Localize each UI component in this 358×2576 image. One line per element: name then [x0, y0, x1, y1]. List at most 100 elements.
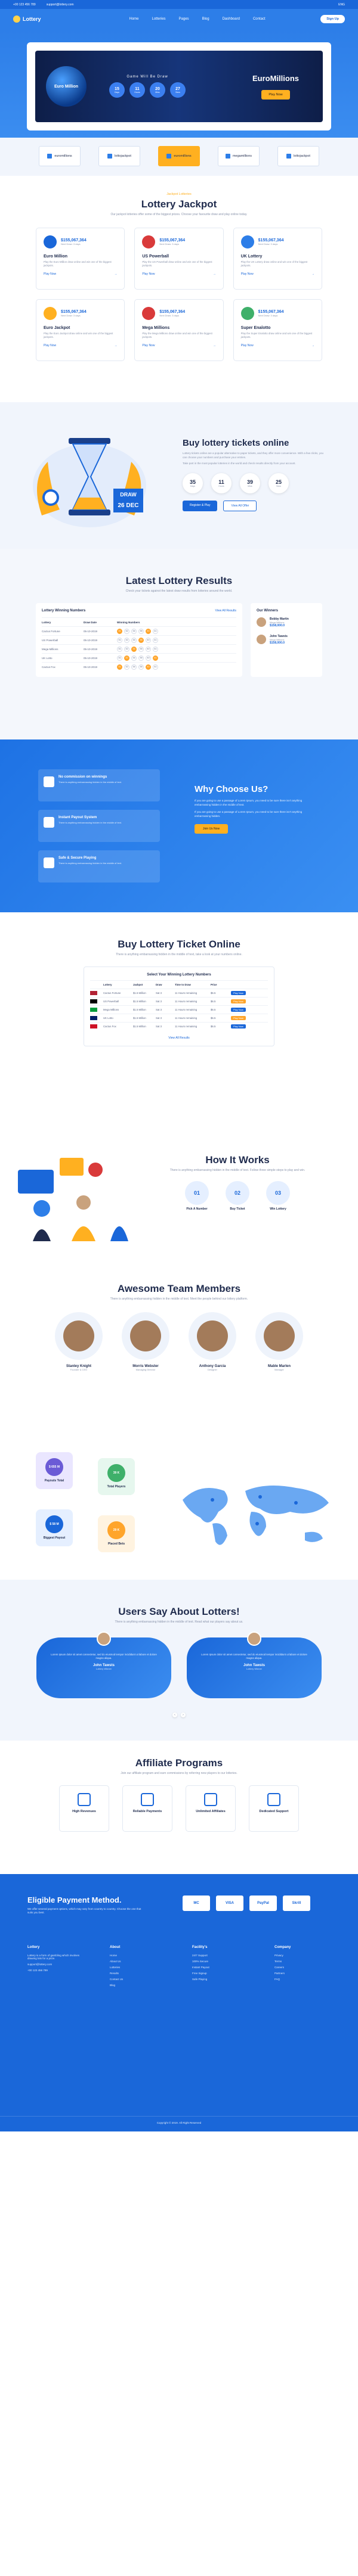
nav-dashboard[interactable]: Dashboard [223, 17, 240, 21]
signup-button[interactable]: Sign Up [320, 15, 345, 23]
team-member[interactable]: Morris Webster Managing Director [119, 1312, 172, 1372]
prev-arrow-icon[interactable]: ‹ [172, 1713, 177, 1717]
draw-date: 26 DEC [118, 502, 138, 509]
footer-link[interactable]: Home [110, 1954, 169, 1957]
tab-euromillions-active[interactable]: euromillions [158, 146, 200, 166]
affiliate-high-revenues[interactable]: High Revenues [59, 1785, 109, 1832]
countdown: Game Will Be Draw 15 Days 11 Hours 20 Mins … [109, 75, 186, 98]
team-member[interactable]: Anthony Garcia Designer [186, 1312, 239, 1372]
arrow-right-icon[interactable]: → [213, 272, 216, 276]
footer-link[interactable]: Free Signup [192, 1972, 252, 1975]
feature-safe-secure: Safe & Secure Playing There is anything e… [38, 850, 160, 883]
footer-link[interactable]: About Us [110, 1960, 169, 1963]
number-ball: 32 [124, 655, 129, 661]
play-now-link[interactable]: Play Now [142, 344, 155, 347]
nav-contact[interactable]: Contact [253, 17, 266, 21]
play-now-link[interactable]: Play Now [44, 344, 56, 347]
hourglass-illustration: DRAW 26 DEC [33, 438, 146, 527]
play-now-link[interactable]: Play Now [241, 344, 254, 347]
footer-link[interactable]: Blog [110, 1984, 169, 1987]
play-now-button[interactable]: Play Now [261, 89, 290, 100]
tab-euromillions[interactable]: euromillions [39, 146, 81, 166]
jackpot-section: Jackpot Lotteries Lottery Jackpot Our ja… [0, 176, 358, 402]
register-play-button[interactable]: Register & Play [183, 500, 218, 511]
footer-link[interactable]: 24/7 Support [192, 1954, 252, 1957]
buy-count-hours: 11 Hours [211, 473, 232, 493]
footer-link[interactable]: Safe Playing [192, 1978, 252, 1981]
play-now-button[interactable]: Play Now [231, 999, 246, 1003]
footer-link[interactable]: Lottery is a form of gambling which invo… [27, 1954, 87, 1960]
view-all-results-link[interactable]: View All Results [215, 609, 236, 613]
member-photo [63, 1320, 94, 1351]
nav-pages[interactable]: Pages [179, 17, 189, 21]
team-member[interactable]: Stanley Knight Founder & CEO [53, 1312, 105, 1372]
footer-link[interactable]: Privacy [274, 1954, 334, 1957]
team-subtitle: There is anything embarrassing hidden in… [110, 1297, 248, 1301]
ticket-view-all-link[interactable]: View All Results [90, 1036, 268, 1040]
affiliate-unlimited[interactable]: Unlimited Affiliates [186, 1785, 236, 1832]
number-ball: 31 [117, 637, 122, 643]
footer-link[interactable]: Terms [274, 1960, 334, 1963]
nav-lotteries[interactable]: Lotteries [152, 17, 166, 21]
coins-icon [44, 776, 54, 787]
footer-column: Lottery Lottery is a form of gambling whi… [27, 1946, 87, 1990]
arrow-right-icon[interactable]: → [114, 272, 117, 276]
arrow-right-icon[interactable]: → [213, 344, 216, 347]
logo[interactable]: Lottery [13, 15, 41, 23]
affiliate-reliable-payments[interactable]: Reliable Payments [122, 1785, 172, 1832]
language-select[interactable]: ENG [338, 3, 345, 7]
buy-text-1: Lottery tickets online are a popular alt… [183, 452, 324, 459]
footer-link[interactable]: Contact Us [110, 1978, 169, 1981]
tab-lottojackpot-2[interactable]: lottojackpot [277, 146, 319, 166]
payment-methods: MC VISA PayPal Skrill [183, 1896, 310, 1911]
play-now-link[interactable]: Play Now [44, 272, 56, 276]
table-row: UK Lotto $1.5 Million Sat 3 11 Hours remain… [90, 1014, 268, 1022]
tab-megamillions[interactable]: megamillions [218, 146, 260, 166]
number-ball: 35 [138, 655, 144, 661]
footer-link[interactable]: Partners [274, 1972, 334, 1975]
arrow-right-icon[interactable]: → [114, 344, 117, 347]
arrow-right-icon[interactable]: → [311, 344, 314, 347]
number-ball: 31 [117, 628, 122, 634]
affiliate-support[interactable]: Dedicated Support [249, 1785, 299, 1832]
footer-link[interactable]: FAQ [274, 1978, 334, 1981]
footer-link[interactable]: Instant Payout [192, 1966, 252, 1969]
email[interactable]: support@lottery.com [47, 3, 74, 7]
member-photo [130, 1320, 161, 1351]
number-ball: 34 [131, 628, 137, 634]
payment-desc: We offer several payment options, which … [27, 1907, 141, 1914]
footer-link[interactable]: Lotteries [110, 1966, 169, 1969]
headset-icon [267, 1793, 280, 1806]
join-now-button[interactable]: Join Us Now [195, 824, 229, 834]
footer-link[interactable]: +00 123 456 789 [27, 1969, 87, 1972]
play-now-link[interactable]: Play Now [241, 272, 254, 276]
play-now-button[interactable]: Play Now [231, 1024, 246, 1028]
winner-item: Bobby Martin Mega Millions $158,000.0 [257, 617, 316, 627]
number-ball: 40 [146, 664, 151, 670]
next-arrow-icon[interactable]: › [181, 1713, 186, 1717]
jackpot-amount: $155,067,364 [159, 310, 186, 314]
footer-link[interactable]: 100% Secure [192, 1960, 252, 1963]
team-member[interactable]: Mable Marlen Manager [253, 1312, 305, 1372]
table-row: Cactus Fox 05-10-2019 31 32 34 35 40 41 [42, 662, 236, 671]
view-offer-button[interactable]: View All Offer [223, 500, 257, 511]
tab-lottojackpot[interactable]: lottojackpot [98, 146, 140, 166]
play-now-button[interactable]: Play Now [231, 991, 246, 995]
nav-blog[interactable]: Blog [202, 17, 209, 21]
ticket-section: Buy Lottery Ticket Online There is anyth… [0, 912, 358, 1134]
arrow-right-icon[interactable]: → [311, 272, 314, 276]
footer-link[interactable]: Results [110, 1972, 169, 1975]
revenue-icon [78, 1793, 91, 1806]
lottery-desc: Play the US Powerball draw online and wi… [142, 260, 212, 267]
footer-link[interactable]: support@lottery.com [27, 1963, 87, 1966]
play-now-button[interactable]: Play Now [231, 1016, 246, 1020]
nav-home[interactable]: Home [129, 17, 139, 21]
lottery-logo-icon [166, 154, 172, 159]
footer-link[interactable]: Careers [274, 1966, 334, 1969]
number-ball: 32 [124, 646, 129, 652]
play-now-link[interactable]: Play Now [142, 272, 155, 276]
play-now-button[interactable]: Play Now [231, 1008, 246, 1012]
phone[interactable]: +00 123 456 789 [13, 3, 36, 7]
lottery-name: Mega Millions [142, 326, 170, 330]
lottery-logo-icon [142, 307, 156, 320]
